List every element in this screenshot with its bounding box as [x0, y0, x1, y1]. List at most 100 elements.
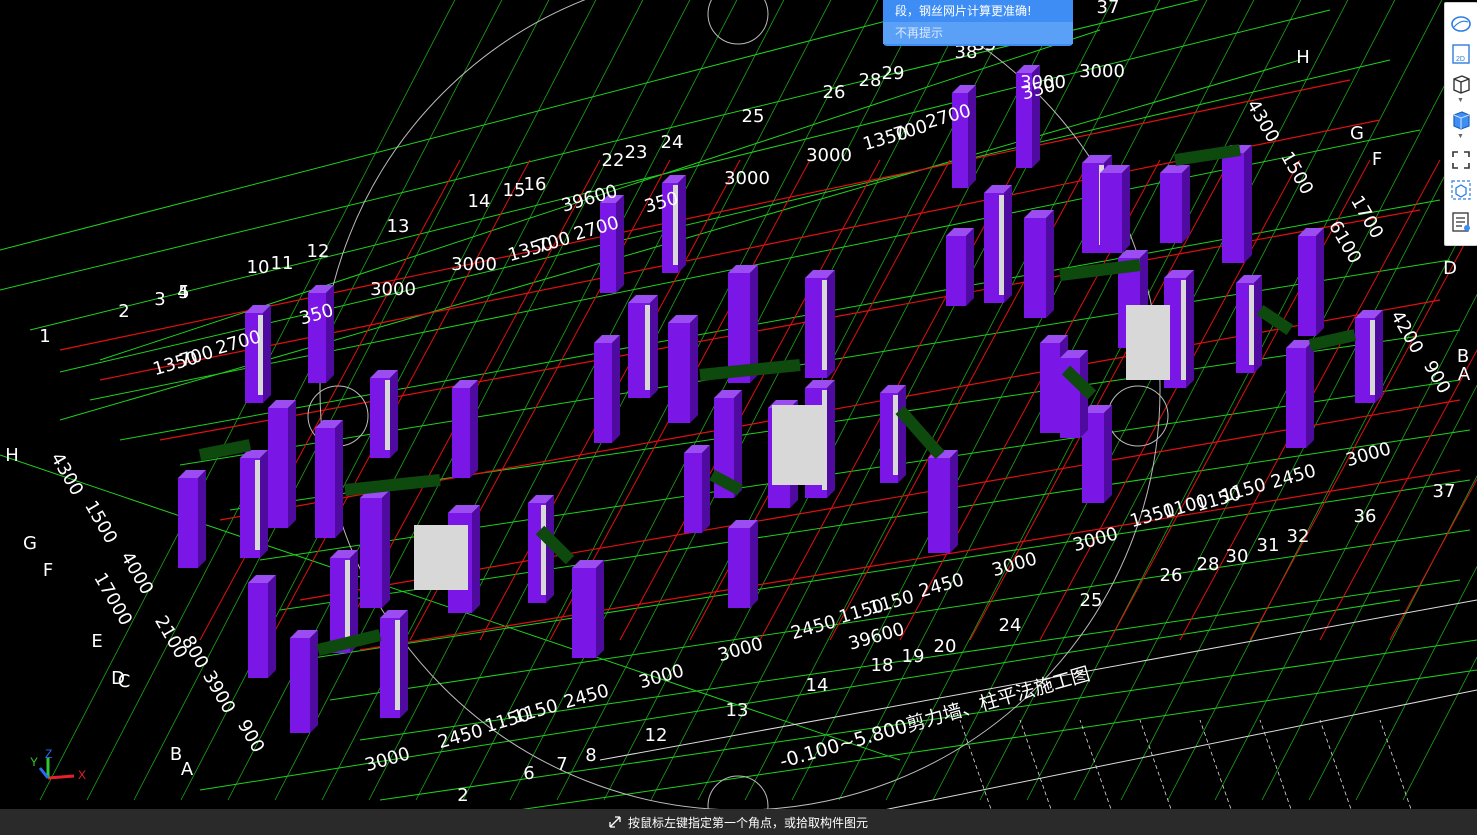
dimension-label: H	[5, 445, 19, 466]
wall-side	[1046, 210, 1054, 318]
view-2d-icon: 2D	[1452, 44, 1470, 64]
wall-side	[968, 85, 976, 188]
beam[interactable]	[699, 359, 801, 381]
shear-wall[interactable]	[594, 343, 612, 443]
display-mode-dropdown-icon[interactable]: ▼	[1457, 133, 1464, 140]
beam[interactable]	[344, 474, 441, 496]
grid-line	[791, 0, 1208, 801]
shear-wall[interactable]	[928, 458, 950, 553]
shear-wall[interactable]	[315, 428, 335, 538]
wall-side	[1316, 228, 1324, 336]
wall-side	[198, 470, 206, 568]
shear-wall[interactable]	[1024, 218, 1046, 318]
shear-wall[interactable]	[1298, 236, 1316, 336]
component-display-icon	[1451, 180, 1471, 200]
view-2d-button[interactable]: 2D	[1448, 41, 1474, 67]
dimension-label: 13	[726, 700, 749, 721]
model-scene[interactable]: 37H3000383528292625242223135070027003503…	[0, 0, 1477, 835]
dimension-label: 3000	[370, 279, 416, 300]
dimension-label: 2	[118, 301, 129, 322]
dimension-label: 4200	[1386, 307, 1427, 357]
wall-side	[1182, 165, 1190, 243]
dimension-label: 7	[556, 754, 567, 775]
dimension-label: 1150	[867, 586, 917, 619]
dimension-label: E	[91, 631, 102, 652]
dimension-label: 16	[524, 174, 547, 195]
dimension-label: 6	[523, 763, 534, 784]
properties-list-icon	[1452, 212, 1470, 232]
dimension-label: G	[1350, 123, 1364, 144]
dimension-label: 12	[307, 241, 330, 262]
shear-wall[interactable]	[290, 638, 310, 733]
shear-wall[interactable]	[452, 388, 470, 478]
shear-wall[interactable]	[1222, 153, 1244, 263]
beam[interactable]	[198, 439, 252, 461]
solid-view-button[interactable]	[1448, 107, 1474, 133]
full-screen-button[interactable]	[1448, 147, 1474, 173]
view-toolbar: 2D ▼ ▼	[1444, 2, 1477, 246]
shear-wall[interactable]	[1286, 348, 1306, 448]
dimension-label: 3000	[716, 633, 766, 666]
beam[interactable]	[1256, 305, 1294, 335]
grid-line	[1167, 203, 1477, 801]
shear-wall[interactable]	[946, 236, 966, 306]
wall-side	[382, 490, 390, 608]
dimension-label: A	[181, 759, 194, 780]
axis-z-label: Z	[45, 747, 52, 761]
dimension-label: 25	[1080, 590, 1103, 611]
dimension-label: A	[1458, 364, 1471, 385]
wall-side	[950, 450, 958, 553]
shear-wall[interactable]	[1040, 343, 1060, 433]
wall-side	[1186, 270, 1194, 388]
shear-wall[interactable]	[684, 453, 702, 533]
wall-face	[999, 195, 1004, 295]
dimension-label: 18	[871, 655, 894, 676]
tip-toast: 段，钢丝网片计算更准确! 不再提示	[883, 0, 1073, 46]
view-3d-icon	[1453, 75, 1470, 94]
wall-side	[1244, 145, 1252, 263]
wall-face	[385, 380, 390, 450]
dimension-label: 900	[233, 716, 268, 756]
axis-line	[359, 469, 1461, 651]
wall-side	[596, 560, 604, 658]
dimension-label: 3000	[724, 168, 770, 189]
dimension-label: 25	[742, 106, 765, 127]
dimension-label: 3	[154, 289, 165, 310]
shear-wall[interactable]	[248, 583, 268, 678]
cad-3d-viewport[interactable]: 37H3000383528292625242223135070027003503…	[0, 0, 1477, 835]
wall-side	[966, 228, 974, 306]
dimension-label: 2450	[1269, 460, 1319, 493]
dimension-label: D	[1443, 258, 1457, 279]
wall-face	[1249, 285, 1254, 365]
svg-text:2D: 2D	[1456, 56, 1465, 63]
shear-wall[interactable]	[572, 568, 596, 658]
dimension-label: 24	[661, 132, 684, 153]
wall-side	[472, 505, 480, 613]
status-prompt: 按鼠标左键指定第一个角点，或拾取构件图元	[628, 816, 869, 830]
wall-side	[750, 520, 758, 608]
shear-wall[interactable]	[1160, 173, 1182, 243]
dimension-label: 3900	[198, 667, 239, 717]
beam[interactable]	[1308, 329, 1357, 351]
shear-wall[interactable]	[178, 478, 198, 568]
dimension-label: 14	[806, 675, 829, 696]
wall-side	[268, 575, 276, 678]
shear-wall[interactable]	[268, 408, 288, 528]
shear-wall[interactable]	[728, 528, 750, 608]
view-3d-button[interactable]	[1448, 71, 1474, 97]
component-display-button[interactable]	[1448, 177, 1474, 203]
view-3d-dropdown-icon[interactable]: ▼	[1457, 97, 1464, 104]
properties-list-button[interactable]	[1448, 209, 1474, 235]
dimension-label: 19	[902, 646, 925, 667]
shear-wall[interactable]	[1100, 173, 1122, 253]
dimension-label: 4300	[1242, 96, 1283, 146]
dimension-label: 10	[247, 257, 270, 278]
shear-wall[interactable]	[360, 498, 382, 608]
wall-face	[395, 620, 400, 710]
dynamic-observe-button[interactable]	[1448, 11, 1474, 37]
dont-show-again-button[interactable]: 不再提示	[883, 22, 1073, 44]
shear-wall[interactable]	[668, 323, 690, 423]
wall-face	[1370, 320, 1375, 395]
dimension-label: 3000	[363, 743, 413, 776]
dimension-label: 2450	[917, 569, 967, 602]
